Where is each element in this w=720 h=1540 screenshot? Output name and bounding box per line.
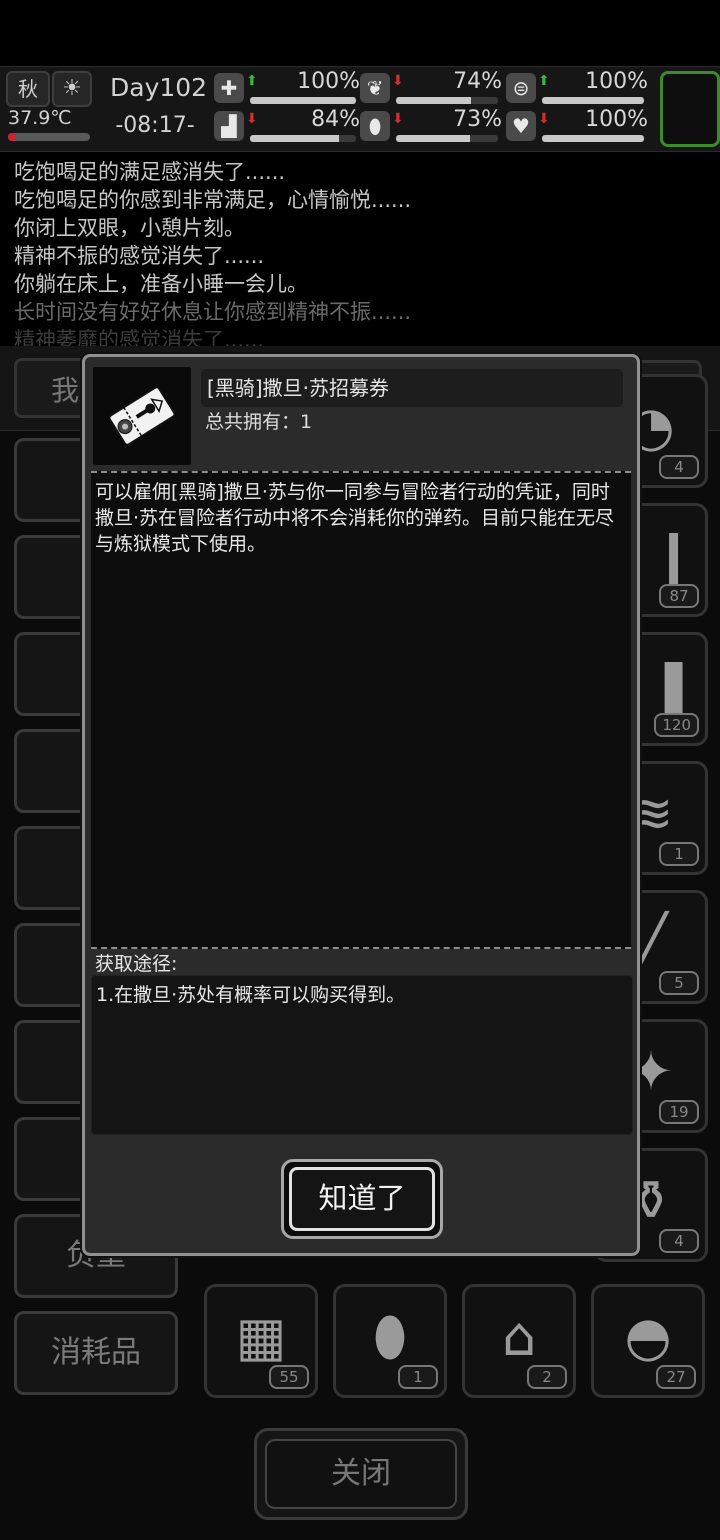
down-arrow-icon: ⬇ xyxy=(538,111,550,127)
item-count: 4 xyxy=(659,455,699,479)
stat-bar xyxy=(250,135,356,142)
molotov-icon: ⌂ xyxy=(501,1305,537,1368)
item-count: 5 xyxy=(659,971,699,995)
stat-bar-fill xyxy=(250,97,356,104)
stat-bar xyxy=(542,135,644,142)
medkit-icon: ✚ xyxy=(214,73,244,103)
stat-bar-fill xyxy=(250,135,340,142)
energy-icon: ⊜ xyxy=(506,73,536,103)
item-count: 55 xyxy=(269,1365,309,1389)
item-count: 1 xyxy=(659,842,699,866)
equipped-slot[interactable] xyxy=(660,71,720,147)
up-arrow-icon: ⬆ xyxy=(538,73,550,89)
stat-value: 100% xyxy=(585,69,648,94)
item-count: 120 xyxy=(654,713,699,737)
grenade-icon: ⬮ xyxy=(373,1305,407,1368)
source-box: 1.在撒旦·苏处有概率可以购买得到。 xyxy=(91,975,633,1135)
stat-bar-fill xyxy=(396,97,472,104)
log-line: 你闭上双眼，小憩片刻。 xyxy=(14,216,245,240)
item-icon-frame xyxy=(93,367,191,465)
temperature-bar xyxy=(8,133,90,141)
stat-boot: ▟ ⬇ 84% xyxy=(214,107,360,147)
stat-bar-fill xyxy=(542,97,644,104)
up-arrow-icon: ⬆ xyxy=(246,73,258,89)
source-heading: 获取途径: xyxy=(95,953,178,975)
net-icon: ▦ xyxy=(235,1305,287,1368)
item-count: 27 xyxy=(656,1365,696,1389)
down-arrow-icon: ⬇ xyxy=(246,111,258,127)
log-line: 长时间没有好好休息让你感到精神不振...... xyxy=(14,300,412,324)
inventory-slot[interactable]: ◓ 27 xyxy=(591,1284,705,1398)
message-log: 吃饱喝足的满足感消失了...... 吃饱喝足的你感到非常满足，心情愉悦.....… xyxy=(14,158,714,354)
season-label: 秋 xyxy=(18,77,38,101)
close-button-frame: 关闭 xyxy=(254,1428,468,1520)
category-tab[interactable]: 消耗品 xyxy=(14,1311,178,1395)
stat-medkit: ✚ ⬆ 100% xyxy=(214,69,360,109)
down-arrow-icon: ⬇ xyxy=(392,73,404,89)
boot-icon: ▟ xyxy=(214,111,244,141)
owned-count: 总共拥有：1 xyxy=(205,411,313,433)
day-counter: Day102 xyxy=(110,73,208,102)
stat-heart: ♥ ⬇ 100% xyxy=(506,107,648,147)
heart-icon: ♥ xyxy=(506,111,536,141)
log-line: 吃饱喝足的满足感消失了...... xyxy=(14,160,286,184)
stat-bar xyxy=(250,97,356,104)
stat-value: 73% xyxy=(453,107,502,132)
log-line: 精神不振的感觉消失了...... xyxy=(14,244,265,268)
inventory-slot[interactable]: ▦ 55 xyxy=(204,1284,318,1398)
stat-value: 100% xyxy=(297,69,360,94)
status-bar: 秋 ☀ 37.9℃ Day102 -08:17- ✚ ⬆ 100% ❦ ⬇ 74% ⊜ ⬆ 10… xyxy=(0,66,720,152)
season-badge: 秋 xyxy=(6,71,50,107)
stat-energy: ⊜ ⬆ 100% xyxy=(506,69,648,109)
down-arrow-icon: ⬇ xyxy=(392,111,404,127)
stat-value: 100% xyxy=(585,107,648,132)
temperature-value: 37.9℃ xyxy=(8,107,72,129)
stat-stomach: ❦ ⬇ 74% xyxy=(360,69,502,109)
stat-water-drop: ⬮ ⬇ 73% xyxy=(360,107,502,147)
description-box: 可以雇佣[黑骑]撒旦·苏与你一同参与冒险者行动的凭证，同时撒旦·苏在冒险者行动中… xyxy=(91,471,631,949)
item-count: 2 xyxy=(527,1365,567,1389)
item-count: 1 xyxy=(398,1365,438,1389)
helmet-icon: ◓ xyxy=(624,1305,672,1368)
item-count: 4 xyxy=(659,1229,699,1253)
ticket-icon xyxy=(108,386,176,446)
stat-bar xyxy=(396,97,498,104)
water-drop-icon: ⬮ xyxy=(360,111,390,141)
item-name: [黑骑]撒旦·苏招募券 xyxy=(201,369,623,407)
stat-value: 74% xyxy=(453,69,502,94)
item-detail-dialog: [黑骑]撒旦·苏招募券 总共拥有：1 可以雇佣[黑骑]撒旦·苏与你一同参与冒险者… xyxy=(82,354,640,1256)
stat-bar-fill xyxy=(542,135,644,142)
item-count: 87 xyxy=(659,584,699,608)
ok-button-frame: 知道了 xyxy=(281,1159,443,1239)
log-line: 你躺在床上，准备小睡一会儿。 xyxy=(14,272,308,296)
ok-button[interactable]: 知道了 xyxy=(289,1167,435,1231)
stat-bar-fill xyxy=(396,135,471,142)
stat-bar xyxy=(542,97,644,104)
stat-value: 84% xyxy=(311,107,360,132)
inventory-slot[interactable]: ⌂ 2 xyxy=(462,1284,576,1398)
clock: -08:17- xyxy=(115,113,195,138)
source-text: 1.在撒旦·苏处有概率可以购买得到。 xyxy=(96,984,406,1006)
stomach-icon: ❦ xyxy=(360,73,390,103)
item-count: 19 xyxy=(659,1100,699,1124)
log-line: 吃饱喝足的你感到非常满足，心情愉悦...... xyxy=(14,188,412,212)
inventory-slot[interactable]: ⬮ 1 xyxy=(333,1284,447,1398)
close-button[interactable]: 关闭 xyxy=(265,1439,457,1509)
sun-icon: ☀ xyxy=(52,71,92,107)
item-description: 可以雇佣[黑骑]撒旦·苏与你一同参与冒险者行动的凭证，同时撒旦·苏在冒险者行动中… xyxy=(95,481,615,555)
stat-bar xyxy=(396,135,498,142)
